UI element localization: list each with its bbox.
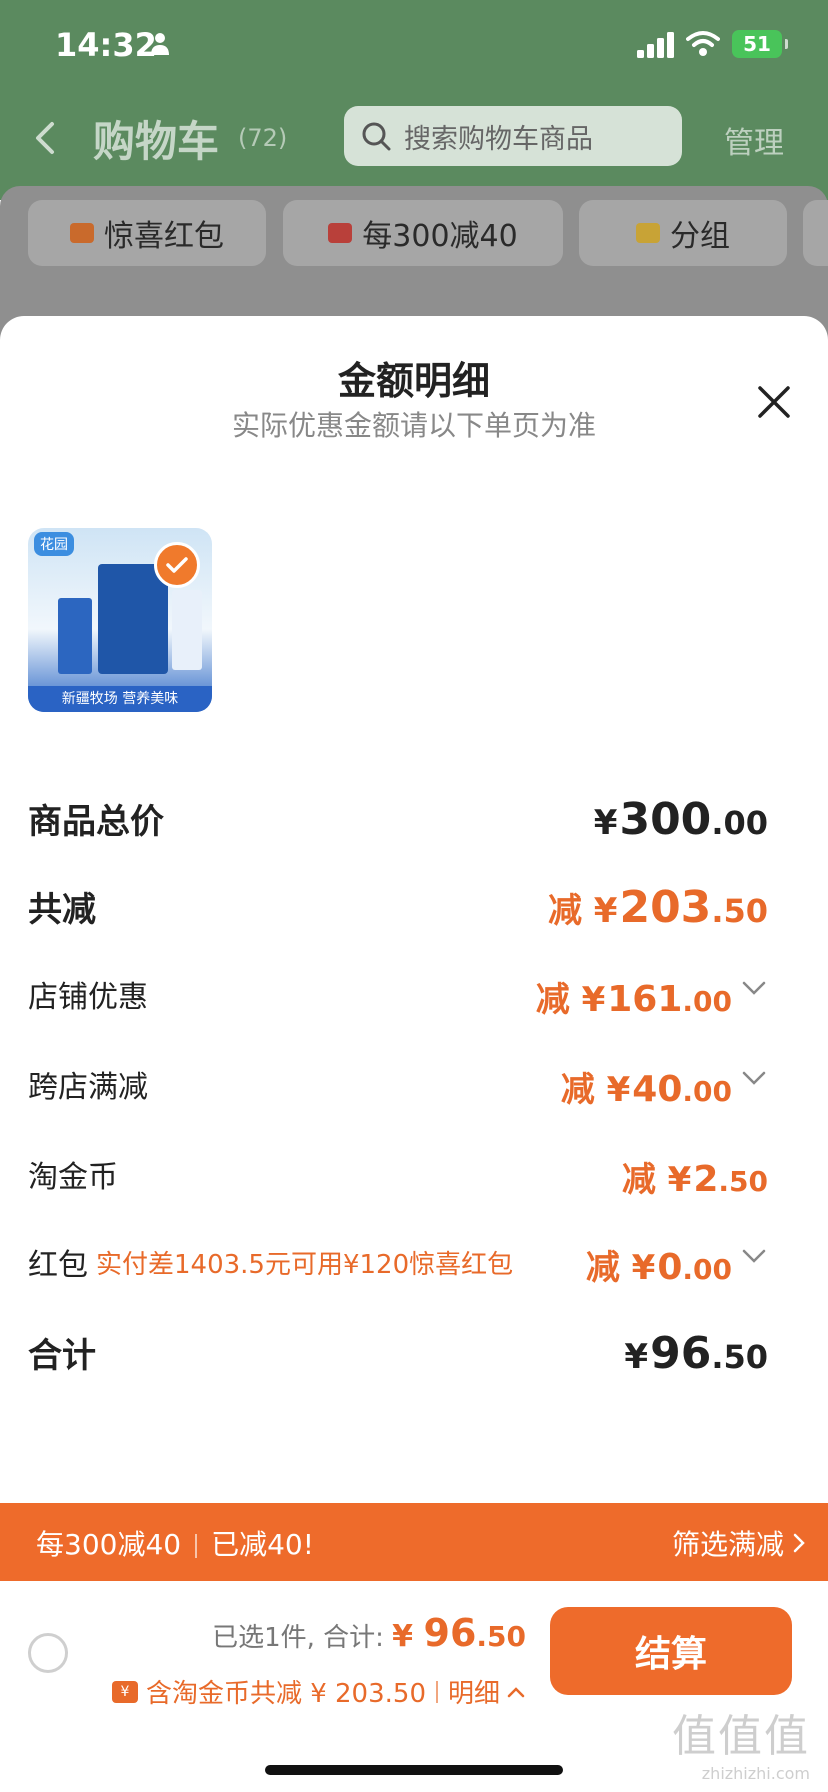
battery-level: 51 — [743, 32, 771, 56]
row-amount: 减 ¥2.50 — [621, 1159, 768, 1200]
coin-icon: ¥ — [111, 1680, 138, 1703]
row-amount: 减 ¥203.50 — [547, 882, 768, 933]
row-label: 合计 — [28, 1336, 96, 1376]
milk-box — [98, 564, 168, 674]
watermark-logo: 值值值 — [672, 1711, 810, 1762]
select-all-checkbox[interactable] — [28, 1633, 68, 1673]
manage-button[interactable]: 管理 — [724, 118, 784, 162]
watermark-url: zhizhizhi.com — [701, 1764, 810, 1783]
detail-divider — [435, 1680, 438, 1703]
chip-label: 惊喜红包 — [104, 219, 224, 254]
row-total-price: 商品总价 ¥300.00 — [28, 794, 768, 854]
chevron-right-icon — [793, 1533, 805, 1553]
product-caption: 新疆牧场 营养美味 — [28, 686, 212, 712]
chip-group[interactable]: 分组 — [579, 200, 787, 266]
row-amount: ¥96.50 — [624, 1328, 768, 1379]
chevron-down-icon[interactable] — [740, 978, 768, 998]
row-amount: 减 ¥0.00 — [585, 1247, 732, 1288]
sheet-title: 金额明细 — [337, 359, 490, 403]
row-label: 跨店满减 — [28, 1070, 148, 1105]
home-indicator[interactable] — [265, 1765, 563, 1775]
battery-icon: 51 — [732, 30, 788, 58]
search-input[interactable]: 搜索购物车商品 — [344, 106, 682, 166]
search-icon — [362, 122, 391, 151]
promo-bar[interactable]: 每300减40 已减40! 筛选满减 — [0, 1503, 828, 1581]
status-time: 14:32 — [55, 26, 157, 64]
chip-more[interactable] — [803, 200, 828, 266]
row-taojin-coin: 淘金币 减 ¥2.50 — [28, 1152, 768, 1212]
cart-count: (72) — [238, 124, 288, 152]
row-label: 商品总价 — [28, 802, 164, 842]
chevron-down-icon[interactable] — [740, 1068, 768, 1088]
row-amount: 减 ¥40.00 — [560, 1069, 732, 1110]
promo-left: 每300减40 已减40! — [36, 1523, 314, 1563]
filter-discount-link[interactable]: 筛选满减 — [672, 1523, 806, 1563]
filter-discount-label: 筛选满减 — [671, 1528, 784, 1561]
chevron-down-icon[interactable] — [740, 1246, 768, 1266]
checkmark-icon[interactable] — [154, 542, 200, 588]
folder-icon — [636, 223, 660, 243]
chip-label: 每300减40 — [362, 219, 518, 254]
close-icon[interactable] — [754, 382, 794, 422]
search-placeholder: 搜索购物车商品 — [404, 123, 593, 155]
row-label: 红包 — [28, 1248, 88, 1283]
sheet-subtitle: 实际优惠金额请以下单页为准 — [231, 409, 596, 442]
chevron-up-icon — [507, 1686, 525, 1697]
red-packet-note: 实付差1403.5元可用¥120惊喜红包 — [96, 1250, 514, 1280]
row-red-packet[interactable]: 红包 实付差1403.5元可用¥120惊喜红包 减 ¥0.00 — [28, 1240, 768, 1300]
brand-tag: 花园 — [34, 532, 74, 556]
back-icon[interactable] — [30, 118, 60, 158]
milk-carton-white — [172, 590, 202, 670]
row-label: 共减 — [28, 890, 96, 930]
discount-detail-toggle[interactable]: ¥ 含淘金币共减 ¥ 203.50 明细 — [111, 1673, 526, 1710]
row-amount: 减 ¥161.00 — [535, 979, 732, 1020]
row-grand-total: 合计 ¥96.50 — [28, 1328, 768, 1388]
row-label: 淘金币 — [28, 1160, 118, 1195]
shop-icon — [328, 223, 353, 243]
promo-status: 已减40! — [211, 1528, 314, 1561]
promo-divider — [195, 1534, 198, 1558]
checkout-button[interactable]: 结算 — [550, 1607, 792, 1695]
chip-label: 分组 — [670, 219, 730, 254]
page-title: 购物车 — [93, 117, 220, 166]
row-store-discount[interactable]: 店铺优惠 减 ¥161.00 — [28, 972, 768, 1032]
row-label: 店铺优惠 — [28, 980, 148, 1015]
row-amount: ¥300.00 — [593, 794, 768, 845]
promo-rule: 每300减40 — [36, 1528, 182, 1561]
milk-carton-small — [58, 598, 92, 674]
status-bar: 14:32 51 — [0, 0, 828, 90]
detail-label: 明细 — [447, 1679, 500, 1709]
chip-surprise-red-packet[interactable]: 惊喜红包 — [28, 200, 266, 266]
signal-icon — [637, 32, 674, 58]
row-total-discount: 共减 减 ¥203.50 — [28, 882, 768, 942]
person-icon — [151, 33, 169, 55]
coin-discount-text: 含淘金币共减 ¥ 203.50 — [145, 1679, 426, 1709]
selected-summary: 已选1件, 合计: ¥ 96.50 — [212, 1611, 526, 1655]
red-envelope-icon — [70, 223, 94, 243]
row-cross-store-discount[interactable]: 跨店满减 减 ¥40.00 — [28, 1062, 768, 1122]
chip-every-300-minus-40[interactable]: 每300减40 — [283, 200, 563, 266]
selected-count-text: 已选1件, 合计: — [212, 1623, 384, 1653]
checkout-total: ¥ 96.50 — [392, 1611, 526, 1655]
wifi-icon — [686, 31, 720, 56]
watermark: 值值值 zhizhizhi.com — [672, 1700, 810, 1783]
